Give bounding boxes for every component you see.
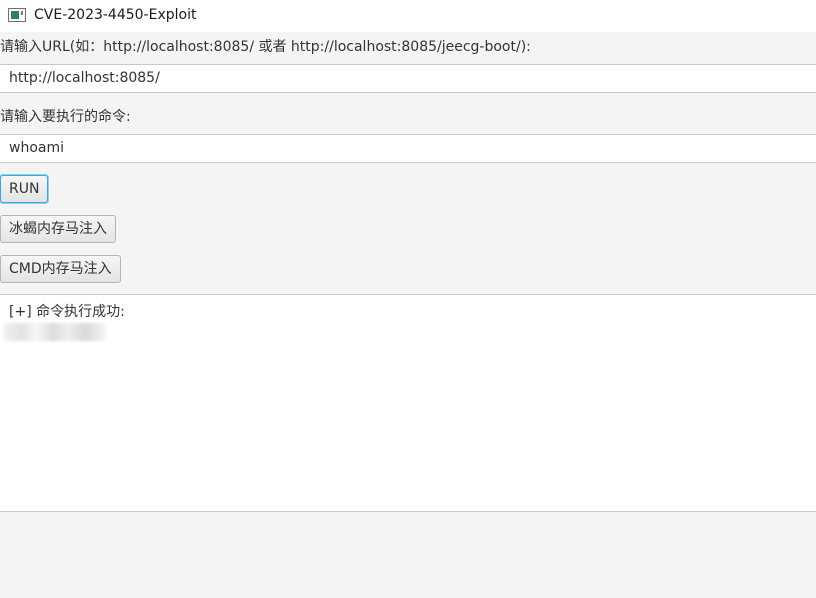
java-app-icon [8, 8, 26, 22]
cmd-inject-button[interactable]: CMD内存马注入 [0, 255, 121, 283]
run-button[interactable]: RUN [0, 175, 49, 203]
redacted-output [4, 323, 106, 341]
url-label: 请输入URL(如：http://localhost:8085/ 或者 http:… [0, 39, 531, 55]
command-label: 请输入要执行的命令: [0, 109, 131, 125]
output-textarea[interactable]: [+] 命令执行成功: [0, 294, 816, 512]
output-success-line: [+] 命令执行成功: [9, 304, 125, 320]
behinder-inject-button[interactable]: 冰蝎内存马注入 [0, 215, 116, 243]
url-input[interactable]: http://localhost:8085/ [0, 64, 816, 93]
title-bar: CVE-2023-4450-Exploit [0, 0, 816, 32]
app-icon-fill [11, 11, 19, 19]
window-title: CVE-2023-4450-Exploit [34, 7, 197, 23]
app-window: CVE-2023-4450-Exploit 请输入URL(如：http://lo… [0, 0, 816, 598]
command-input[interactable]: whoami [0, 134, 816, 163]
app-icon-bar [21, 11, 23, 15]
